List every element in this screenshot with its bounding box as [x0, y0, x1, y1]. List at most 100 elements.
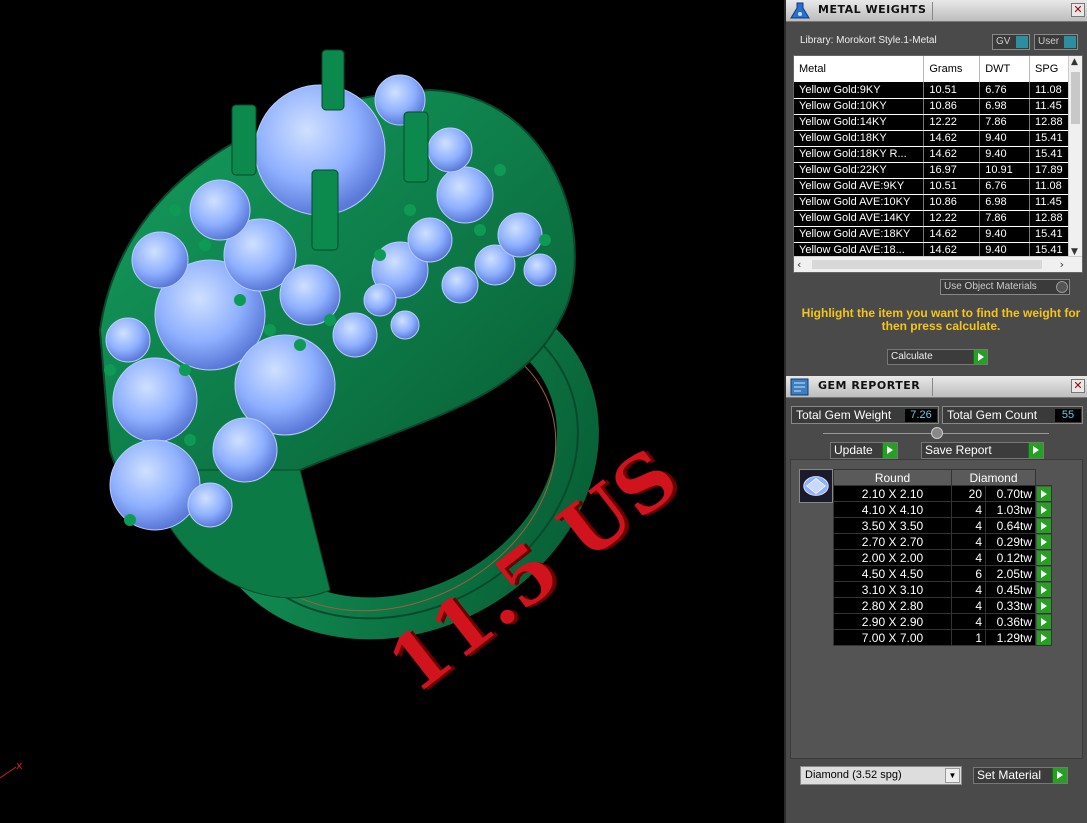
scroll-right-icon[interactable]: ›: [1060, 258, 1064, 271]
table-row[interactable]: 4.50 X 4.50 6 2.05tw: [833, 565, 1052, 582]
select-gem-button[interactable]: [1035, 501, 1052, 518]
table-row[interactable]: Yellow Gold AVE:14KY 12.22 7.86 12.88: [794, 210, 1070, 227]
splitter-handle[interactable]: [931, 427, 943, 439]
col-spg[interactable]: SPG: [1029, 56, 1070, 82]
select-gem-button[interactable]: [1035, 629, 1052, 646]
play-icon: [1037, 503, 1051, 517]
col-dwt[interactable]: DWT: [979, 56, 1031, 82]
close-icon[interactable]: ✕: [1071, 3, 1085, 17]
table-row[interactable]: 2.10 X 2.10 20 0.70tw: [833, 485, 1052, 502]
table-cell: 14.62: [923, 130, 981, 147]
gem-cell: 4: [951, 581, 986, 598]
update-button[interactable]: Update: [830, 442, 898, 459]
gem-cell: 0.64tw: [985, 517, 1036, 534]
table-row[interactable]: Yellow Gold:22KY 16.97 10.91 17.89: [794, 162, 1070, 179]
table-cell: Yellow Gold:14KY: [794, 114, 925, 131]
table-row[interactable]: 2.80 X 2.80 4 0.33tw: [833, 597, 1052, 614]
scroll-thumb[interactable]: [1071, 72, 1080, 124]
table-row[interactable]: Yellow Gold AVE:9KY 10.51 6.76 11.08: [794, 178, 1070, 195]
gem-cell: 1: [951, 629, 986, 646]
metal-horizontal-scrollbar[interactable]: ‹ ›: [794, 256, 1082, 272]
gem-cell: 20: [951, 485, 986, 502]
play-icon: [1037, 599, 1051, 613]
table-row[interactable]: Yellow Gold:10KY 10.86 6.98 11.45: [794, 98, 1070, 115]
table-row[interactable]: 3.50 X 3.50 4 0.64tw: [833, 517, 1052, 534]
table-row[interactable]: 2.70 X 2.70 4 0.29tw: [833, 533, 1052, 550]
ring-render: [0, 49, 599, 779]
title-separator: [932, 2, 933, 20]
table-cell: 6.98: [979, 98, 1031, 115]
play-icon: [1037, 567, 1051, 581]
table-cell: 10.51: [923, 82, 981, 99]
table-cell: 14.62: [923, 226, 981, 243]
table-row[interactable]: Yellow Gold AVE:10KY 10.86 6.98 11.45: [794, 194, 1070, 211]
use-object-materials-toggle[interactable]: Use Object Materials: [940, 279, 1070, 295]
gem-list-area: Round Diamond 2.10 X 2.10 20 0.70tw 4.10 X …: [790, 459, 1083, 759]
gem-cell: 4.50 X 4.50: [833, 565, 952, 582]
table-cell: 17.89: [1029, 162, 1070, 179]
select-gem-button[interactable]: [1035, 581, 1052, 598]
table-row[interactable]: 3.10 X 3.10 4 0.45tw: [833, 581, 1052, 598]
col-stone[interactable]: Diamond: [951, 469, 1036, 486]
table-row[interactable]: Yellow Gold:14KY 12.22 7.86 12.88: [794, 114, 1070, 131]
calculate-button[interactable]: Calculate: [887, 349, 988, 365]
user-toggle[interactable]: User: [1034, 34, 1078, 50]
select-gem-button[interactable]: [1035, 565, 1052, 582]
table-row[interactable]: Yellow Gold:9KY 10.51 6.76 11.08: [794, 82, 1070, 99]
metal-vertical-scrollbar[interactable]: ▲ ▼: [1068, 56, 1082, 258]
table-cell: 9.40: [979, 130, 1031, 147]
gem-reporter-titlebar[interactable]: GEM REPORTER ✕: [786, 376, 1087, 398]
table-cell: 11.08: [1029, 82, 1070, 99]
select-gem-button[interactable]: [1035, 597, 1052, 614]
gv-toggle[interactable]: GV: [992, 34, 1030, 50]
table-cell: Yellow Gold AVE:10KY: [794, 194, 925, 211]
table-row[interactable]: 2.00 X 2.00 4 0.12tw: [833, 549, 1052, 566]
hscroll-thumb[interactable]: [812, 260, 1042, 269]
material-select[interactable]: Diamond (3.52 spg) ▼: [800, 766, 962, 785]
table-cell: 10.91: [979, 162, 1031, 179]
axis-x-label: x: [16, 759, 23, 772]
set-material-button[interactable]: Set Material: [973, 767, 1068, 784]
play-icon: [1037, 551, 1051, 565]
select-gem-button[interactable]: [1035, 549, 1052, 566]
table-cell: Yellow Gold:9KY: [794, 82, 925, 99]
save-report-button[interactable]: Save Report: [921, 442, 1044, 459]
play-icon: [1037, 615, 1051, 629]
metal-table[interactable]: Metal Grams DWT SPG Yellow Gold:9KY 10.51…: [793, 55, 1083, 273]
close-icon[interactable]: ✕: [1071, 379, 1085, 393]
flask-icon: [790, 2, 810, 19]
table-row[interactable]: 4.10 X 4.10 4 1.03tw: [833, 501, 1052, 518]
table-row[interactable]: Yellow Gold AVE:18KY 14.62 9.40 15.41: [794, 226, 1070, 243]
select-gem-button[interactable]: [1035, 533, 1052, 550]
select-gem-button[interactable]: [1035, 613, 1052, 630]
table-cell: 9.40: [979, 146, 1031, 163]
table-row[interactable]: Yellow Gold:18KY R... 14.62 9.40 15.41: [794, 146, 1070, 163]
table-row[interactable]: 2.90 X 2.90 4 0.36tw: [833, 613, 1052, 630]
gem-table[interactable]: Round Diamond 2.10 X 2.10 20 0.70tw 4.10 X …: [833, 469, 1052, 646]
chevron-down-icon[interactable]: ▼: [945, 768, 960, 783]
table-cell: 15.41: [1029, 130, 1070, 147]
total-gem-count-field: Total Gem Count 55: [942, 406, 1083, 424]
gem-cell: 4: [951, 517, 986, 534]
table-cell: Yellow Gold:22KY: [794, 162, 925, 179]
gem-cell: 1.03tw: [985, 501, 1036, 518]
scroll-left-icon[interactable]: ‹: [797, 258, 801, 271]
gem-cell: 2.00 X 2.00: [833, 549, 952, 566]
table-row[interactable]: Yellow Gold:18KY 14.62 9.40 15.41: [794, 130, 1070, 147]
3d-viewport[interactable]: 11.5 US x: [0, 0, 778, 823]
play-icon: [1037, 583, 1051, 597]
table-cell: 14.62: [923, 146, 981, 163]
play-icon: [1052, 768, 1067, 783]
table-cell: 6.76: [979, 178, 1031, 195]
metal-weights-title: METAL WEIGHTS: [818, 3, 927, 16]
select-gem-button[interactable]: [1035, 485, 1052, 502]
table-row[interactable]: 7.00 X 7.00 1 1.29tw: [833, 629, 1052, 646]
select-gem-button[interactable]: [1035, 517, 1052, 534]
metal-hint: Highlight the item you want to find the …: [801, 306, 1081, 333]
metal-weights-titlebar[interactable]: METAL WEIGHTS ✕: [786, 0, 1087, 22]
col-grams[interactable]: Grams: [923, 56, 981, 82]
scroll-up-icon[interactable]: ▲: [1071, 57, 1078, 67]
round-diamond-icon[interactable]: [799, 469, 833, 503]
col-metal[interactable]: Metal: [794, 56, 925, 82]
col-shape[interactable]: Round: [833, 469, 952, 486]
